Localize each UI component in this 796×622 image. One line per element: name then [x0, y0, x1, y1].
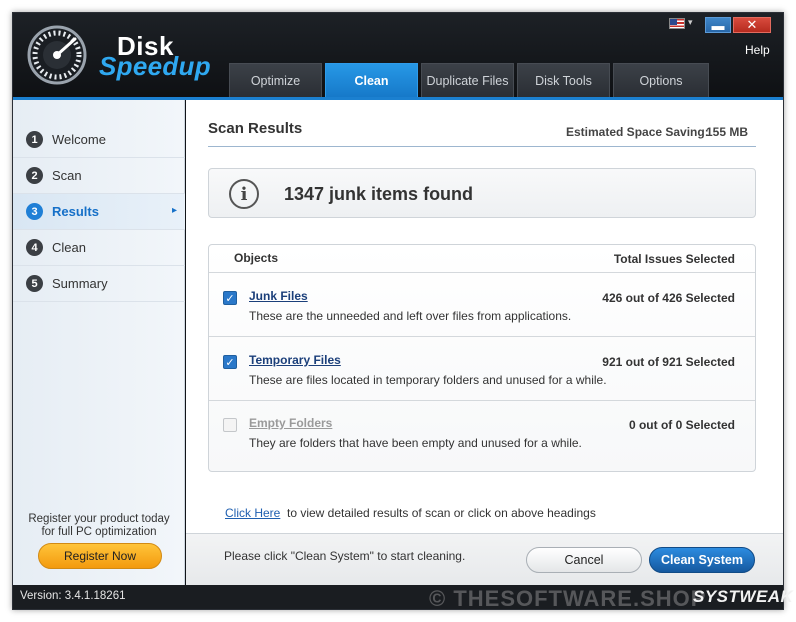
language-flag-icon[interactable] — [669, 18, 685, 29]
register-promo-text: Register your product today for full PC … — [13, 513, 185, 539]
steps-sidebar: 1 Welcome 2 Scan 3 Results ▸ 4 Clean 5 S… — [13, 100, 185, 585]
tab-disk-tools[interactable]: Disk Tools — [517, 63, 610, 97]
tab-optimize[interactable]: Optimize — [229, 63, 322, 97]
step-number: 5 — [26, 275, 43, 292]
step-label: Clean — [52, 240, 86, 255]
step-number: 4 — [26, 239, 43, 256]
version-text: Version: 3.4.1.18261 — [20, 590, 126, 602]
empty-folders-link[interactable]: Empty Folders — [249, 416, 332, 430]
speedometer-logo-icon — [27, 25, 87, 85]
register-text-line2: for full PC optimization — [41, 526, 157, 538]
sidebar-step-summary[interactable]: 5 Summary — [13, 266, 185, 302]
space-saving-value: 155 MB — [706, 125, 749, 139]
tab-clean[interactable]: Clean — [325, 63, 418, 97]
temporary-files-description: These are files located in temporary fol… — [249, 373, 607, 387]
objects-table: Objects Total Issues Selected ✓ Junk Fil… — [208, 244, 756, 472]
empty-folders-checkbox[interactable] — [223, 418, 237, 432]
help-link[interactable]: Help — [745, 43, 770, 57]
table-row-empty-folders: Empty Folders They are folders that have… — [209, 401, 755, 464]
tab-duplicate-files[interactable]: Duplicate Files — [421, 63, 514, 97]
sidebar-step-welcome[interactable]: 1 Welcome — [13, 122, 185, 158]
systweak-logo: SYSTWEAK — [693, 587, 794, 606]
junk-files-link[interactable]: Junk Files — [249, 289, 308, 303]
table-header: Objects Total Issues Selected — [209, 245, 755, 273]
app-window: Disk Speedup ▾ ▬ ✕ Help Optimize Clean D… — [12, 12, 793, 611]
chevron-right-icon: ▸ — [171, 205, 177, 216]
issues-column-header: Total Issues Selected — [613, 252, 735, 266]
register-text-line1: Register your product today — [28, 513, 170, 525]
summary-box: i 1347 junk items found — [208, 168, 756, 218]
junk-files-count: 426 out of 426 Selected — [602, 291, 735, 305]
clean-instruction-text: Please click "Clean System" to start cle… — [224, 549, 466, 563]
step-number: 2 — [26, 167, 43, 184]
temporary-files-checkbox[interactable]: ✓ — [223, 355, 237, 369]
header: Disk Speedup ▾ ▬ ✕ Help Optimize Clean D… — [13, 13, 783, 100]
register-now-button[interactable]: Register Now — [38, 543, 162, 569]
junk-files-description: These are the unneeded and left over fil… — [249, 309, 572, 323]
table-row-temporary-files: ✓ Temporary Files These are files locate… — [209, 338, 755, 401]
main-tabs: Optimize Clean Duplicate Files Disk Tool… — [229, 63, 712, 97]
status-bar: Version: 3.4.1.18261 © THESOFTWARE.SHOP … — [13, 585, 793, 611]
step-number: 1 — [26, 131, 43, 148]
action-footer: Please click "Clean System" to start cle… — [186, 533, 783, 585]
temporary-files-link[interactable]: Temporary Files — [249, 353, 341, 367]
junk-found-text: 1347 junk items found — [284, 184, 474, 204]
watermark-text: © THESOFTWARE.SHOP — [429, 586, 707, 611]
cancel-button[interactable]: Cancel — [526, 547, 642, 573]
clean-system-button[interactable]: Clean System — [649, 547, 755, 573]
table-row-junk-files: ✓ Junk Files These are the unneeded and … — [209, 274, 755, 337]
step-label: Welcome — [52, 132, 106, 147]
minimize-button[interactable]: ▬ — [705, 17, 731, 33]
click-here-link[interactable]: Click Here — [225, 506, 280, 520]
sidebar-step-results[interactable]: 3 Results ▸ — [13, 194, 185, 230]
step-label: Summary — [52, 276, 108, 291]
click-here-hint: to view detailed results of scan or clic… — [287, 506, 596, 520]
sidebar-step-scan[interactable]: 2 Scan — [13, 158, 185, 194]
divider — [208, 146, 756, 147]
sidebar-step-clean[interactable]: 4 Clean — [13, 230, 185, 266]
logo-text-speedup: Speedup — [99, 51, 211, 81]
empty-folders-description: They are folders that have been empty an… — [249, 436, 582, 450]
close-button[interactable]: ✕ — [733, 17, 771, 33]
step-number: 3 — [26, 203, 43, 220]
temporary-files-count: 921 out of 921 Selected — [602, 355, 735, 369]
junk-files-checkbox[interactable]: ✓ — [223, 291, 237, 305]
results-panel: Scan Results Estimated Space Saving: 155… — [186, 100, 783, 533]
step-label: Scan — [52, 168, 82, 183]
space-saving-label: Estimated Space Saving: — [566, 125, 709, 139]
objects-column-header: Objects — [234, 251, 279, 265]
tab-options[interactable]: Options — [613, 63, 709, 97]
empty-folders-count: 0 out of 0 Selected — [628, 418, 735, 432]
info-icon: i — [229, 179, 259, 209]
language-dropdown-icon[interactable]: ▾ — [688, 17, 693, 28]
step-label: Results — [52, 204, 99, 219]
page-title: Scan Results — [208, 120, 303, 137]
